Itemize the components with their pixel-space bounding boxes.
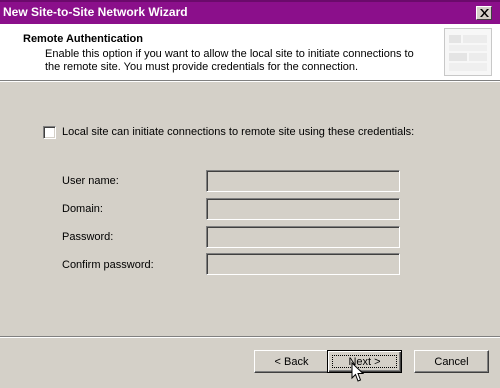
password-input[interactable] <box>206 226 400 248</box>
local-initiate-option[interactable]: Local site can initiate connections to r… <box>43 124 414 140</box>
user-name-label: User name: <box>62 175 119 187</box>
back-button-label: < Back <box>274 355 309 368</box>
domain-input[interactable] <box>206 198 400 220</box>
wizard-window: New Site-to-Site Network Wizard Remote A… <box>0 0 500 388</box>
page-description: Enable this option if you want to allow … <box>45 48 414 73</box>
wizard-header: Remote Authentication Enable this option… <box>0 24 500 82</box>
page-title: Remote Authentication <box>23 33 143 45</box>
password-label: Password: <box>62 231 114 243</box>
close-button[interactable] <box>476 6 492 20</box>
cancel-button-label: Cancel <box>434 355 469 368</box>
title-bar[interactable]: New Site-to-Site Network Wizard <box>0 0 500 24</box>
mouse-pointer-icon <box>351 362 364 382</box>
next-button[interactable]: Next > <box>327 350 402 373</box>
window-title: New Site-to-Site Network Wizard <box>3 5 188 19</box>
confirm-password-input[interactable] <box>206 253 400 275</box>
local-initiate-checkbox[interactable] <box>43 125 56 139</box>
confirm-password-label: Confirm password: <box>62 259 154 271</box>
focus-rectangle <box>332 355 397 368</box>
wizard-header-icon <box>444 28 492 76</box>
user-name-input[interactable] <box>206 170 400 192</box>
back-button[interactable]: < Back <box>254 350 329 373</box>
cancel-button[interactable]: Cancel <box>414 350 489 373</box>
local-initiate-label[interactable]: Local site can initiate connections to r… <box>62 126 414 138</box>
domain-label: Domain: <box>62 203 103 215</box>
button-separator <box>0 336 500 338</box>
close-icon <box>480 9 489 17</box>
